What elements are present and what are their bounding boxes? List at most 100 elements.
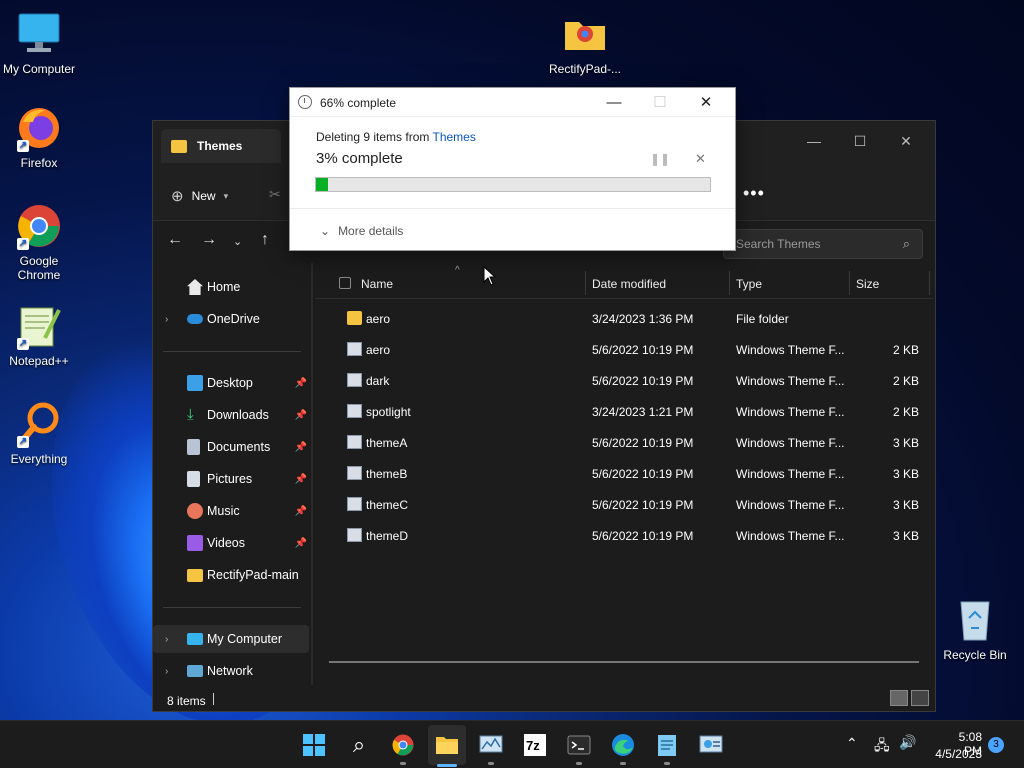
sidebar-scrollbar[interactable]: [311, 263, 313, 685]
file-date-modified: 5/6/2022 10:19 PM: [592, 467, 694, 481]
sidebar-item-downloads[interactable]: ⤓ Downloads 📌: [153, 401, 309, 429]
column-name[interactable]: Name: [361, 277, 393, 291]
sidebar-item-onedrive[interactable]: › OneDrive: [153, 305, 309, 333]
chrome-icon: ↗: [15, 202, 63, 250]
table-row[interactable]: themeB 5/6/2022 10:19 PM Windows Theme F..…: [331, 458, 931, 489]
plus-circle-icon: ⊕: [171, 188, 184, 205]
search-icon: ⌕: [902, 236, 910, 251]
forward-arrow-icon[interactable]: →: [201, 231, 217, 249]
back-arrow-icon[interactable]: ←: [167, 231, 183, 249]
notification-badge[interactable]: 3: [988, 737, 1004, 753]
table-row[interactable]: dark 5/6/2022 10:19 PM Windows Theme F... 2…: [331, 365, 931, 396]
sidebar-item-rectifypad-main[interactable]: RectifyPad-main: [153, 561, 309, 589]
close-button[interactable]: ✕: [683, 88, 729, 116]
taskbar-search-button[interactable]: ⌕: [345, 731, 373, 759]
up-arrow-icon[interactable]: ↑: [261, 231, 269, 249]
column-separator[interactable]: [929, 271, 930, 295]
magnifier-icon: ↗: [15, 400, 63, 448]
details-view-button[interactable]: [890, 690, 908, 706]
horizontal-scrollbar[interactable]: [329, 661, 919, 663]
sidebar-item-my-computer[interactable]: › My Computer: [153, 625, 309, 653]
search-icon: ⌕: [352, 732, 366, 757]
sidebar-item-home[interactable]: Home: [153, 273, 309, 301]
table-row[interactable]: themeD 5/6/2022 10:19 PM Windows Theme F..…: [331, 520, 931, 551]
network-status-icon[interactable]: 🖧: [874, 735, 890, 759]
taskbar-resource-monitor[interactable]: [477, 731, 505, 765]
new-button[interactable]: ⊕ New ▾: [171, 183, 228, 209]
dialog-titlebar: 66% complete — ☐ ✕: [290, 88, 735, 117]
desktop-icon-firefox[interactable]: ↗ Firefox: [0, 104, 78, 170]
table-row[interactable]: themeA 5/6/2022 10:19 PM Windows Theme F..…: [331, 427, 931, 458]
taskbar-notepad[interactable]: [653, 731, 681, 765]
monitor-icon: [187, 633, 203, 645]
desktop-icon-label: RectifyPad-...: [548, 62, 622, 76]
more-details-button[interactable]: ⌄ More details: [320, 224, 403, 238]
theme-file-icon: [347, 342, 362, 356]
sidebar-item-network[interactable]: › Network: [153, 657, 309, 685]
sidebar-item-pictures[interactable]: Pictures 📌: [153, 465, 309, 493]
table-row[interactable]: aero 5/6/2022 10:19 PM Windows Theme F... 2…: [331, 334, 931, 365]
taskbar-terminal[interactable]: [565, 731, 593, 765]
taskbar-file-explorer[interactable]: [433, 731, 461, 759]
themes-link[interactable]: Themes: [433, 130, 476, 144]
chevron-right-icon[interactable]: ›: [165, 634, 168, 645]
volume-icon[interactable]: 🔊: [899, 734, 916, 751]
search-input[interactable]: Search Themes ⌕: [723, 229, 923, 259]
dialog-title: 66% complete: [320, 96, 397, 110]
column-separator[interactable]: [849, 271, 850, 295]
desktop-icon-recycle-bin[interactable]: Recycle Bin: [936, 596, 1014, 662]
tab-themes[interactable]: Themes: [161, 129, 281, 163]
taskbar-chrome[interactable]: [389, 731, 417, 765]
column-date-modified[interactable]: Date modified: [592, 277, 666, 291]
progress-text: 3% complete: [316, 150, 403, 167]
file-date-modified: 3/24/2023 1:21 PM: [592, 405, 694, 419]
clock-date[interactable]: 4/5/2023: [926, 747, 982, 761]
sidebar-item-label: OneDrive: [207, 312, 260, 326]
minimize-button[interactable]: —: [591, 88, 637, 116]
taskbar-control-panel[interactable]: [697, 731, 725, 759]
column-size[interactable]: Size: [856, 277, 879, 291]
minimize-button[interactable]: —: [791, 127, 837, 155]
pause-icon[interactable]: ❚❚: [650, 152, 670, 166]
table-row[interactable]: themeC 5/6/2022 10:19 PM Windows Theme F..…: [331, 489, 931, 520]
desktop-icon-my-computer[interactable]: My Computer: [0, 10, 78, 76]
sidebar-item-music[interactable]: Music 📌: [153, 497, 309, 525]
maximize-button[interactable]: ☐: [837, 127, 883, 155]
cut-icon[interactable]: ✂: [269, 186, 281, 203]
column-type[interactable]: Type: [736, 277, 762, 291]
chevron-right-icon[interactable]: ›: [165, 314, 168, 325]
file-date-modified: 3/24/2023 1:36 PM: [592, 312, 694, 326]
start-button[interactable]: [300, 731, 328, 759]
column-separator[interactable]: [585, 271, 586, 295]
sidebar-item-documents[interactable]: Documents 📌: [153, 433, 309, 461]
sidebar-item-videos[interactable]: Videos 📌: [153, 529, 309, 557]
progress-bar: [315, 177, 711, 192]
close-button[interactable]: ✕: [883, 127, 929, 155]
table-row[interactable]: aero 3/24/2023 1:36 PM File folder: [331, 303, 931, 334]
taskbar-7zip[interactable]: 7z: [521, 731, 549, 759]
table-row[interactable]: spotlight 3/24/2023 1:21 PM Windows Theme …: [331, 396, 931, 427]
terminal-icon: [567, 735, 591, 755]
picture-icon: [187, 471, 200, 487]
desktop-icon-rectifypad[interactable]: RectifyPad-...: [546, 10, 624, 76]
folder-icon: [436, 737, 458, 754]
file-type: Windows Theme F...: [736, 467, 845, 481]
sidebar-item-desktop[interactable]: Desktop 📌: [153, 369, 309, 397]
chevron-up-icon[interactable]: ⌃: [846, 735, 858, 752]
select-all-checkbox[interactable]: [339, 277, 351, 289]
divider: [163, 351, 301, 352]
notepad-icon: [658, 735, 676, 756]
desktop-icon-chrome[interactable]: ↗ Google Chrome: [0, 202, 78, 282]
more-options-button[interactable]: •••: [743, 183, 765, 204]
file-size: 2 KB: [892, 343, 919, 357]
chevron-down-icon[interactable]: ⌄: [233, 235, 242, 248]
cancel-icon[interactable]: ✕: [695, 151, 706, 167]
desktop-icon-everything[interactable]: ↗ Everything: [0, 400, 78, 466]
desktop-icon-notepadpp[interactable]: ↗ Notepad++: [0, 302, 78, 368]
more-details-label: More details: [338, 224, 404, 238]
column-separator[interactable]: [729, 271, 730, 295]
sort-up-icon: ^: [455, 265, 460, 276]
chevron-right-icon[interactable]: ›: [165, 666, 168, 677]
taskbar-edge[interactable]: [609, 731, 637, 765]
tiles-view-button[interactable]: [911, 690, 929, 706]
